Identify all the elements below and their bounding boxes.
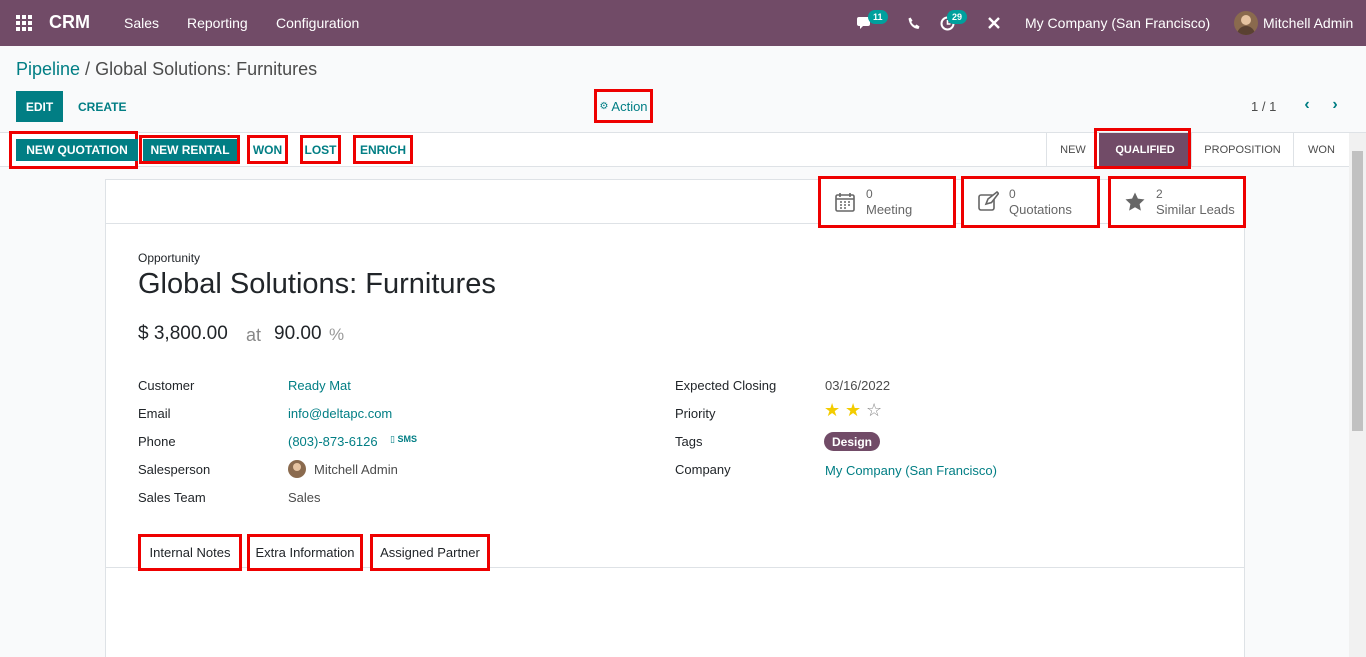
lost-button[interactable]: LOST <box>304 139 337 161</box>
form-statusbar: NEW QUOTATION NEW RENTAL WON LOST ENRICH… <box>0 128 1366 169</box>
form-sheet: 0 Meeting 0 Quotations 2 Similar Leads O… <box>105 176 1246 657</box>
breadcrumb-pipeline[interactable]: Pipeline <box>16 59 80 79</box>
salesperson-value[interactable]: Mitchell Admin <box>314 462 398 477</box>
quotations-label: Quotations <box>1009 202 1072 217</box>
salesperson-avatar <box>288 460 306 478</box>
at-label: at <box>246 325 262 345</box>
tab-internal-notes[interactable]: Internal Notes <box>138 534 242 571</box>
menu-sales[interactable]: Sales <box>124 15 159 31</box>
meeting-label: Meeting <box>866 202 913 217</box>
phone-value[interactable]: (803)-873-6126 <box>288 434 378 449</box>
percent-sign: % <box>329 325 345 344</box>
priority-star-icon[interactable]: ★ <box>824 401 840 419</box>
breadcrumb: Pipeline / Global Solutions: Furnitures <box>16 59 317 80</box>
calendar-icon <box>832 189 858 215</box>
customer-value[interactable]: Ready Mat <box>288 378 351 393</box>
phone-icon[interactable] <box>904 13 924 33</box>
tag-badge[interactable]: Design <box>824 432 881 451</box>
apps-grid-icon[interactable] <box>16 15 32 31</box>
tab-extra-information[interactable]: Extra Information <box>247 534 363 571</box>
user-avatar[interactable] <box>1234 11 1258 35</box>
company-label: Company <box>675 462 731 477</box>
priority-label: Priority <box>675 406 716 421</box>
menu-configuration[interactable]: Configuration <box>276 15 359 31</box>
smart-button-box: 0 Meeting 0 Quotations 2 Similar Leads <box>106 176 1246 228</box>
menu-reporting[interactable]: Reporting <box>187 15 248 31</box>
new-rental-button[interactable]: NEW RENTAL <box>143 139 237 161</box>
new-quotation-button[interactable]: NEW QUOTATION <box>16 139 138 161</box>
pager-counter[interactable]: 1 / 1 <box>1251 99 1276 114</box>
record-type-label: Opportunity <box>138 251 201 265</box>
tags-label: Tags <box>675 434 703 449</box>
top-navbar: CRM Sales Reporting Configuration 11 29 … <box>0 0 1366 46</box>
customer-label: Customer <box>138 378 195 393</box>
edit-document-icon <box>975 189 1001 215</box>
meeting-count: 0 <box>866 187 873 201</box>
meeting-smart-button[interactable]: 0 Meeting <box>818 176 956 228</box>
app-brand[interactable]: CRM <box>49 12 90 33</box>
debug-tools-icon[interactable] <box>984 13 1004 33</box>
pager-next-icon[interactable]: › <box>1327 96 1343 113</box>
action-dropdown[interactable]: ⚙ Action <box>594 89 653 123</box>
similar-leads-smart-button[interactable]: 2 Similar Leads <box>1108 176 1246 228</box>
action-label: Action <box>611 98 648 114</box>
activities-badge: 29 <box>947 10 968 24</box>
expected-closing-value[interactable]: 03/16/2022 <box>825 378 890 393</box>
breadcrumb-current: Global Solutions: Furnitures <box>95 59 318 79</box>
company-value[interactable]: My Company (San Francisco) <box>825 463 997 478</box>
gear-icon: ⚙ <box>599 100 609 112</box>
phone-label: Phone <box>138 434 176 449</box>
probability-value: 90.00 <box>274 323 322 344</box>
mobile-icon: ▯ <box>390 434 395 444</box>
tab-assigned-partner[interactable]: Assigned Partner <box>370 534 490 571</box>
email-label: Email <box>138 406 171 421</box>
quotations-count: 0 <box>1009 187 1016 201</box>
enrich-button[interactable]: ENRICH <box>357 139 409 161</box>
quotations-smart-button[interactable]: 0 Quotations <box>961 176 1100 228</box>
scrollbar-thumb[interactable] <box>1352 151 1363 431</box>
salesperson-label: Salesperson <box>138 462 211 477</box>
stage-new[interactable]: NEW <box>1047 133 1099 166</box>
create-button[interactable]: CREATE <box>70 91 134 122</box>
stage-proposition[interactable]: PROPOSITION <box>1191 133 1293 166</box>
stage-won[interactable]: WON <box>1293 133 1349 166</box>
sms-label: SMS <box>397 434 417 444</box>
vertical-scrollbar[interactable] <box>1349 133 1366 657</box>
messages-badge: 11 <box>868 10 888 24</box>
user-menu[interactable]: Mitchell Admin <box>1263 15 1353 31</box>
pager-previous-icon[interactable]: ‹ <box>1299 96 1315 113</box>
email-value[interactable]: info@deltapc.com <box>288 406 392 421</box>
breadcrumb-separator: / <box>80 59 96 79</box>
company-switcher[interactable]: My Company (San Francisco) <box>1025 15 1210 31</box>
sales-team-label: Sales Team <box>138 490 206 505</box>
priority-star-empty-icon[interactable]: ☆ <box>866 401 882 419</box>
priority-star-icon[interactable]: ★ <box>845 401 861 419</box>
won-button[interactable]: WON <box>251 139 284 161</box>
sms-button[interactable]: ▯ SMS <box>390 434 417 445</box>
expected-revenue: $ 3,800.00 <box>138 323 228 344</box>
similar-leads-label: Similar Leads <box>1156 202 1235 217</box>
stage-pipeline: NEW QUALIFIED PROPOSITION WON <box>1046 133 1349 166</box>
expected-closing-label: Expected Closing <box>675 378 777 393</box>
opportunity-name: Global Solutions: Furnitures <box>138 268 496 300</box>
sales-team-value[interactable]: Sales <box>288 490 321 505</box>
similar-leads-count: 2 <box>1156 187 1163 201</box>
star-icon <box>1122 189 1148 215</box>
highlight-qualified <box>1094 128 1191 169</box>
edit-button[interactable]: EDIT <box>16 91 63 122</box>
